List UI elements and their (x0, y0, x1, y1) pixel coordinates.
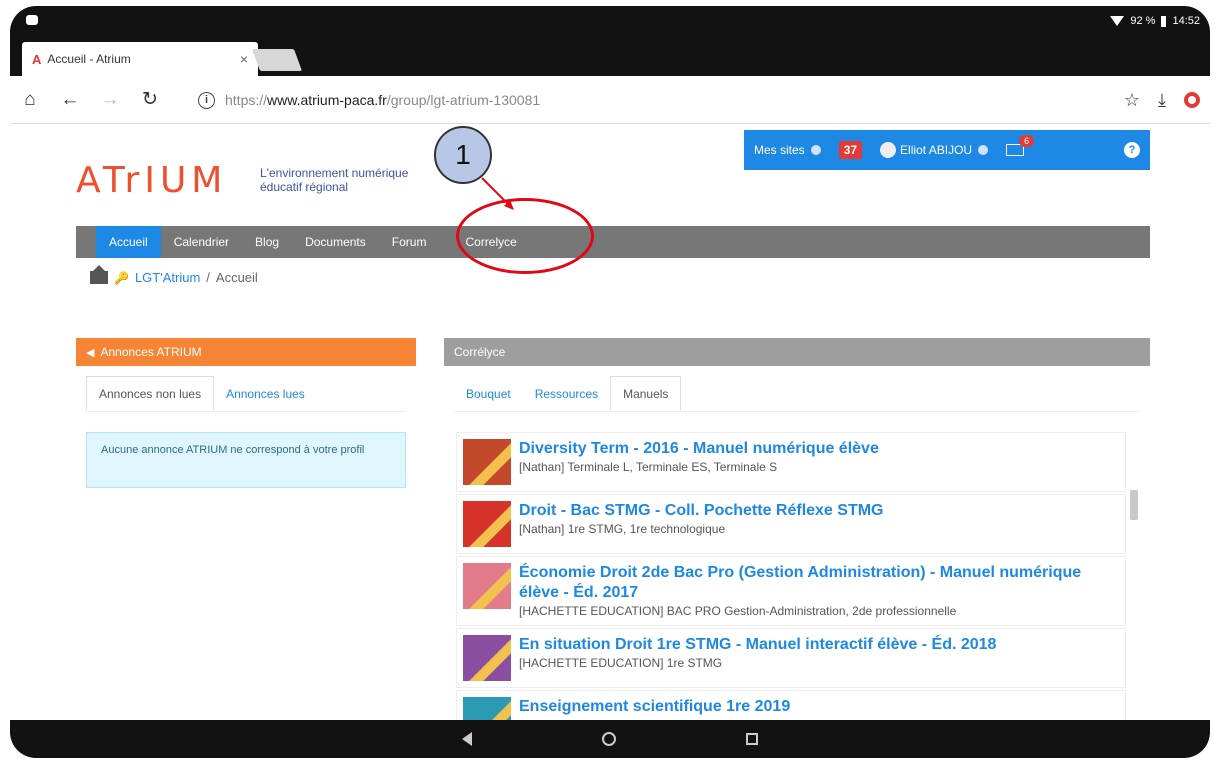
breadcrumb-group-link[interactable]: LGT'Atrium (135, 270, 200, 285)
annonces-panel-header: ◀ Annonces ATRIUM (76, 338, 416, 366)
web-page: Mes sites 37 Elliot ABIJOU 6 ? ATrIUM L'… (10, 124, 1210, 720)
nav-item-forum[interactable]: Forum (379, 226, 440, 258)
chevron-down-icon (810, 145, 821, 155)
android-navigation-bar (10, 720, 1210, 758)
nav-item-documents[interactable]: Documents (292, 226, 379, 258)
annotation-step-badge: 1 (434, 126, 492, 184)
book-title[interactable]: Droit - Bac STMG - Coll. Pochette Réflex… (519, 501, 884, 521)
forward-icon[interactable]: → (90, 89, 130, 111)
book-meta: [HACHETTE EDUCATION] BAC PRO Gestion-Adm… (519, 604, 957, 618)
android-home-icon[interactable] (602, 732, 616, 746)
book-title[interactable]: Économie Droit 2de Bac Pro (Gestion Admi… (519, 563, 1119, 603)
book-title[interactable]: Enseignement scientifique 1re 2019 (519, 697, 790, 717)
book-meta: [HACHETTE EDUCATION] 1re STMG (519, 656, 723, 670)
opera-icon[interactable] (1184, 92, 1200, 108)
nav-item-accueil[interactable]: Accueil (96, 226, 161, 258)
annotation-highlight-ellipse (456, 198, 594, 274)
correlyce-panel-header: Corrélyce (444, 338, 1150, 366)
home-icon[interactable]: ⌂ (10, 89, 50, 111)
atrium-favicon-icon: A (32, 51, 42, 67)
book-cover-image (463, 635, 511, 681)
browser-tab-active[interactable]: A Accueil - Atrium × (22, 42, 258, 76)
battery-percent: 92 % (1130, 15, 1156, 27)
new-tab-button[interactable] (251, 49, 303, 71)
tab-close-icon[interactable]: × (240, 51, 248, 67)
browser-tab-strip: A Accueil - Atrium × (10, 36, 1210, 76)
status-bar: 92 % 14:52 (10, 6, 1210, 36)
list-scrollbar[interactable] (1130, 490, 1138, 520)
avatar (880, 142, 897, 158)
annonces-tabs: Annonces non lues Annonces lues (86, 376, 406, 412)
list-item[interactable]: Économie Droit 2de Bac Pro (Gestion Admi… (456, 556, 1126, 626)
book-meta: [Nathan] 1re STMG, 1re technologique (519, 522, 726, 536)
tagline-line-1: L'environnement numérique (260, 166, 409, 180)
url-host: www.atrium-paca.fr (267, 92, 387, 108)
help-icon[interactable]: ? (1124, 142, 1140, 158)
my-sites-menu[interactable]: Mes sites (754, 143, 821, 157)
list-item[interactable]: Droit - Bac STMG - Coll. Pochette Réflex… (456, 494, 1126, 554)
url-scheme: https:// (225, 92, 268, 108)
book-meta: [Nathan] Terminale L, Terminale ES, Term… (519, 460, 778, 474)
main-nav: Accueil Calendrier Blog Documents Forum … (76, 226, 1150, 258)
back-icon[interactable]: ← (50, 89, 90, 111)
tab-manuels[interactable]: Manuels (610, 376, 682, 411)
battery-icon (1161, 15, 1167, 27)
annonces-empty-alert: Aucune annonce ATRIUM ne correspond à vo… (86, 432, 406, 488)
breadcrumb-separator: / (206, 270, 210, 285)
notification-count-badge[interactable]: 37 (838, 141, 863, 159)
android-back-icon[interactable] (462, 732, 472, 746)
user-topbar: Mes sites 37 Elliot ABIJOU 6 ? (744, 130, 1150, 170)
address-bar[interactable]: i https://www.atrium-paca.fr/group/lgt-a… (198, 84, 1078, 116)
user-menu[interactable]: Elliot ABIJOU (880, 142, 989, 158)
annotation-arrow-icon (481, 177, 514, 210)
book-cover-image (463, 697, 511, 720)
clock: 14:52 (1172, 15, 1200, 27)
book-title[interactable]: En situation Droit 1re STMG - Manuel int… (519, 635, 996, 655)
key-icon: 🔑 (114, 270, 129, 285)
nav-item-blog[interactable]: Blog (242, 226, 292, 258)
list-item[interactable]: En situation Droit 1re STMG - Manuel int… (456, 628, 1126, 688)
site-info-icon[interactable]: i (198, 91, 215, 109)
my-sites-label: Mes sites (754, 143, 805, 157)
breadcrumb: 🔑 LGT'Atrium / Accueil (90, 265, 258, 285)
reload-icon[interactable]: ↻ (130, 88, 170, 111)
logo-tagline: L'environnement numérique éducatif régio… (260, 166, 440, 194)
book-cover-image (463, 501, 511, 547)
notification-icon (26, 15, 38, 25)
megaphone-icon: ◀ (86, 346, 95, 359)
book-cover-image (463, 439, 511, 485)
bookmark-star-icon[interactable]: ☆ (1124, 90, 1140, 111)
atrium-logo[interactable]: ATrIUM (76, 160, 227, 201)
list-item[interactable]: Enseignement scientifique 1re 2019 (456, 690, 1126, 720)
manuels-list: Diversity Term - 2016 - Manuel numérique… (456, 432, 1126, 720)
tab-annonces-lues[interactable]: Annonces lues (214, 376, 317, 411)
tab-title: Accueil - Atrium (47, 52, 131, 66)
annonces-title: Annonces ATRIUM (100, 345, 202, 359)
book-title[interactable]: Diversity Term - 2016 - Manuel numérique… (519, 439, 879, 459)
mail-icon[interactable]: 6 (1006, 135, 1035, 156)
android-recents-icon[interactable] (746, 733, 758, 745)
url-path: /group/lgt-atrium-130081 (386, 92, 541, 108)
wifi-icon (1110, 16, 1125, 26)
correlyce-tabs: Bouquet Ressources Manuels (454, 376, 1140, 412)
tab-ressources[interactable]: Ressources (523, 376, 610, 411)
mail-count-badge: 6 (1019, 135, 1035, 147)
download-icon[interactable]: ⤓ (1158, 90, 1166, 111)
nav-item-calendrier[interactable]: Calendrier (161, 226, 242, 258)
book-cover-image (463, 563, 511, 609)
tagline-line-2: éducatif régional (260, 180, 349, 194)
user-name: Elliot ABIJOU (900, 143, 973, 157)
tab-bouquet[interactable]: Bouquet (454, 376, 523, 411)
breadcrumb-current: Accueil (215, 270, 258, 285)
tab-annonces-non-lues[interactable]: Annonces non lues (86, 376, 215, 411)
tablet-frame: 92 % 14:52 A Accueil - Atrium × ⌂ ← → ↻ … (10, 6, 1210, 758)
site-home-icon[interactable] (90, 265, 108, 284)
list-item[interactable]: Diversity Term - 2016 - Manuel numérique… (456, 432, 1126, 492)
chevron-down-icon (978, 145, 989, 155)
browser-toolbar: ⌂ ← → ↻ i https://www.atrium-paca.fr/gro… (10, 76, 1210, 124)
